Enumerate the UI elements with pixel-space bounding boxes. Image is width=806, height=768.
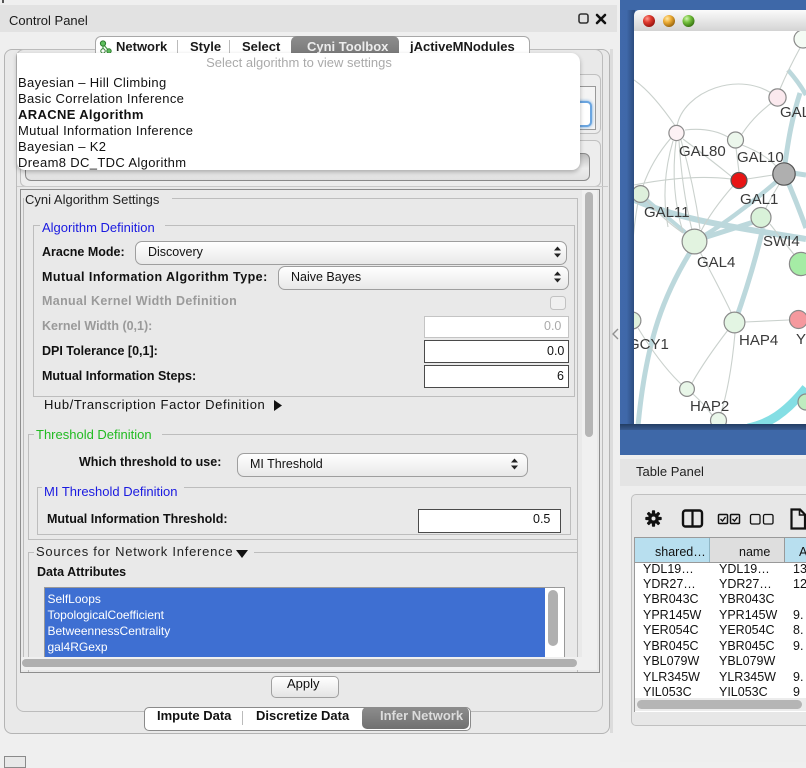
svg-text:GAL4: GAL4 — [697, 254, 735, 271]
svg-text:GAL: GAL — [780, 104, 806, 121]
svg-text:GAL10: GAL10 — [737, 149, 784, 166]
svg-text:GAL80: GAL80 — [679, 143, 726, 160]
svg-text:GAL11: GAL11 — [644, 204, 690, 221]
svg-text:Y: Y — [796, 331, 806, 348]
svg-text:GCY1: GCY1 — [634, 336, 669, 353]
svg-text:GAL1: GAL1 — [740, 191, 778, 208]
svg-text:HAP2: HAP2 — [690, 398, 729, 415]
svg-text:SWI4: SWI4 — [763, 233, 800, 250]
svg-text:HAP4: HAP4 — [739, 332, 778, 349]
